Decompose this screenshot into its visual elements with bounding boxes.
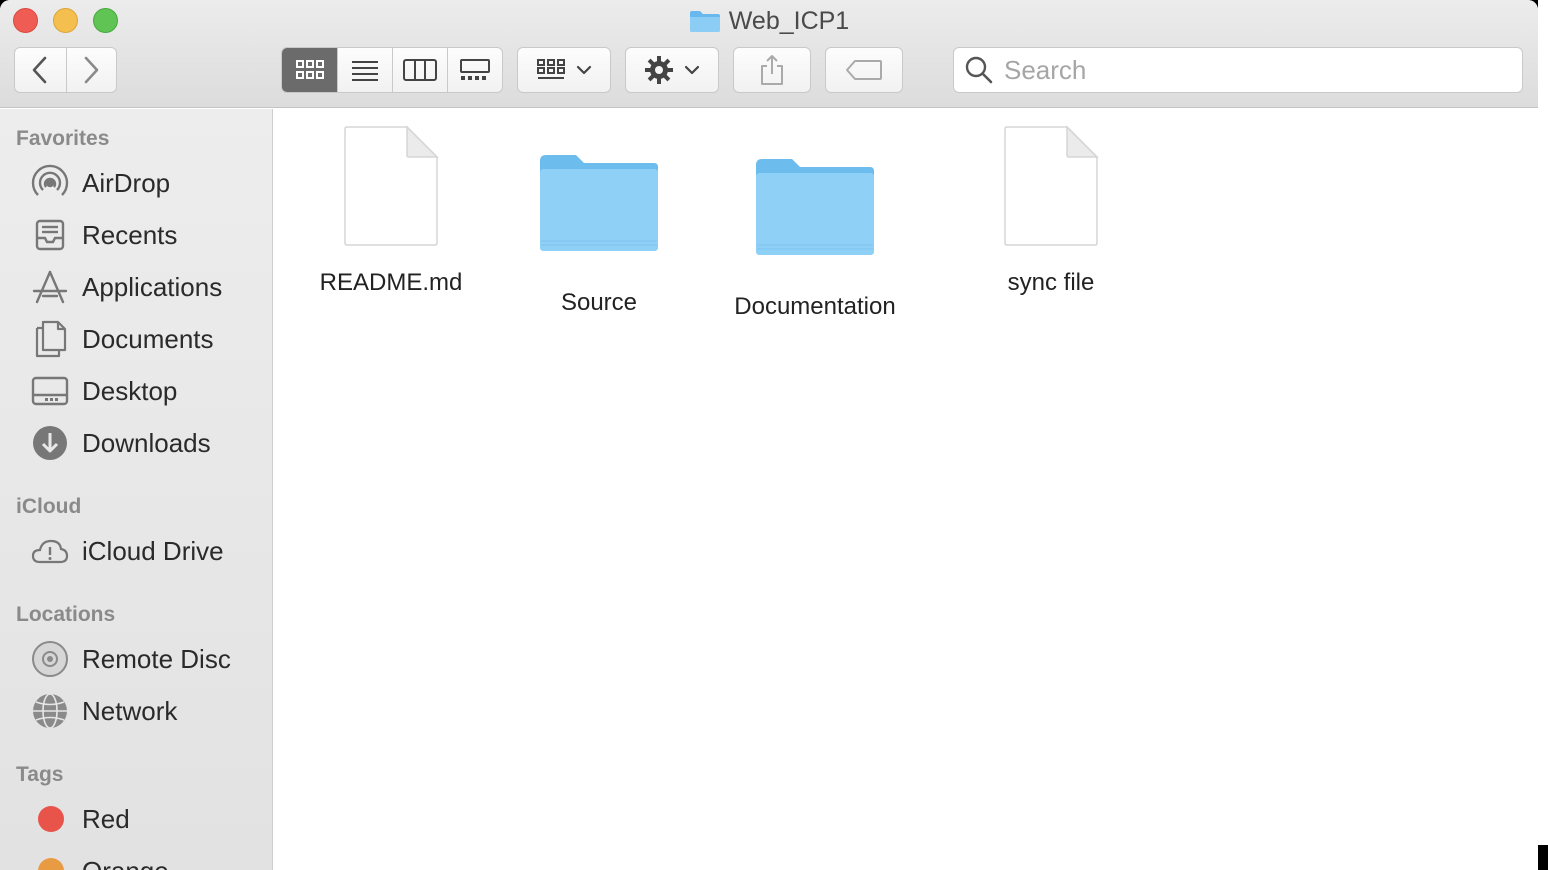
sidebar-item-icloud-drive[interactable]: iCloud Drive [30, 529, 270, 573]
sidebar-section-icloud: iCloud [16, 495, 82, 518]
group-by-button[interactable] [517, 47, 611, 93]
sidebar-item-label: iCloud Drive [82, 535, 224, 566]
file-item-readme[interactable]: README.md [314, 125, 468, 297]
sidebar-item-label: Remote Disc [82, 643, 231, 674]
sidebar: Favorites AirDrop Recents Applications D… [0, 109, 273, 870]
folder-icon [756, 159, 874, 255]
gallery-view-button[interactable] [447, 48, 502, 92]
document-icon [344, 125, 439, 246]
sidebar-item-tag-red[interactable]: Red [30, 797, 270, 841]
search-field[interactable] [953, 47, 1523, 93]
group-icon [537, 59, 565, 79]
navigation-buttons [14, 47, 117, 93]
sidebar-item-label: Recents [82, 219, 178, 250]
desktop-icon [30, 371, 70, 411]
file-name: sync file [1007, 269, 1095, 296]
list-view-icon [352, 61, 378, 81]
sidebar-section-locations: Locations [16, 603, 116, 626]
sidebar-item-documents[interactable]: Documents [30, 317, 270, 361]
recents-icon [30, 215, 70, 255]
file-name: README.md [319, 269, 463, 296]
list-view-button[interactable] [337, 48, 392, 92]
applications-icon [30, 267, 70, 307]
airdrop-icon [30, 163, 70, 203]
downloads-icon [30, 423, 70, 463]
chevron-right-icon [84, 56, 99, 84]
sidebar-item-label: Orange [82, 856, 169, 870]
remote-disc-icon [30, 639, 70, 679]
sidebar-item-downloads[interactable]: Downloads [30, 421, 270, 465]
window-edge [1538, 0, 1548, 845]
icloud-drive-icon [30, 531, 70, 571]
sidebar-item-recents[interactable]: Recents [30, 213, 270, 257]
orange-tag-dot [38, 858, 64, 870]
chevron-down-icon [576, 65, 592, 75]
sidebar-section-tags: Tags [16, 763, 64, 786]
sidebar-item-remote-disc[interactable]: Remote Disc [30, 637, 270, 681]
sidebar-item-label: Downloads [82, 427, 211, 458]
red-tag-dot [38, 806, 64, 832]
search-icon [965, 56, 993, 84]
sidebar-item-tag-orange[interactable]: Orange [30, 849, 270, 870]
document-icon [1004, 125, 1099, 246]
toolbar: Web_ICP1 [0, 0, 1538, 108]
documents-icon [30, 319, 70, 359]
network-icon [30, 691, 70, 731]
back-button[interactable] [15, 48, 66, 92]
folder-item-source[interactable]: Source [522, 153, 676, 317]
chevron-left-icon [32, 56, 47, 84]
column-view-button[interactable] [392, 48, 447, 92]
folder-item-documentation[interactable]: Documentation [734, 157, 896, 321]
window-title: Web_ICP1 [728, 7, 850, 35]
share-icon [761, 55, 783, 85]
sidebar-item-label: Applications [82, 271, 223, 302]
desktop-corner [1538, 845, 1548, 870]
sidebar-item-applications[interactable]: Applications [30, 265, 270, 309]
file-item-sync-file[interactable]: sync file [974, 125, 1128, 297]
icon-view-icon [295, 60, 324, 79]
sidebar-item-label: AirDrop [82, 167, 171, 198]
search-input[interactable] [1004, 54, 1504, 86]
share-button[interactable] [733, 47, 811, 93]
window-title-bar: Web_ICP1 [0, 6, 1538, 36]
sidebar-item-network[interactable]: Network [30, 689, 270, 733]
view-mode-control [281, 47, 503, 93]
sidebar-item-label: Network [82, 695, 178, 726]
file-name: Documentation [734, 293, 896, 320]
chevron-down-icon [684, 65, 700, 75]
action-menu-button[interactable] [625, 47, 719, 93]
sidebar-section-favorites: Favorites [16, 127, 110, 150]
sidebar-item-label: Documents [82, 323, 214, 354]
edit-tags-button[interactable] [825, 47, 903, 93]
sidebar-item-desktop[interactable]: Desktop [30, 369, 270, 413]
sidebar-item-label: Desktop [82, 375, 178, 406]
file-browser-content: README.md Source Documentation sync file [274, 109, 1538, 870]
file-name: Source [560, 289, 638, 316]
column-view-icon [403, 59, 437, 81]
finder-window: Web_ICP1 Search Favorites AirDrop Recent… [0, 0, 1538, 870]
gear-icon [645, 56, 673, 84]
tag-icon [846, 60, 882, 80]
sidebar-item-label: Red [82, 803, 130, 834]
folder-icon [540, 155, 658, 251]
icon-view-button[interactable] [282, 48, 337, 92]
forward-button[interactable] [65, 48, 117, 92]
sidebar-item-airdrop[interactable]: AirDrop [30, 161, 270, 205]
folder-icon [689, 11, 720, 32]
gallery-view-icon [460, 59, 490, 80]
